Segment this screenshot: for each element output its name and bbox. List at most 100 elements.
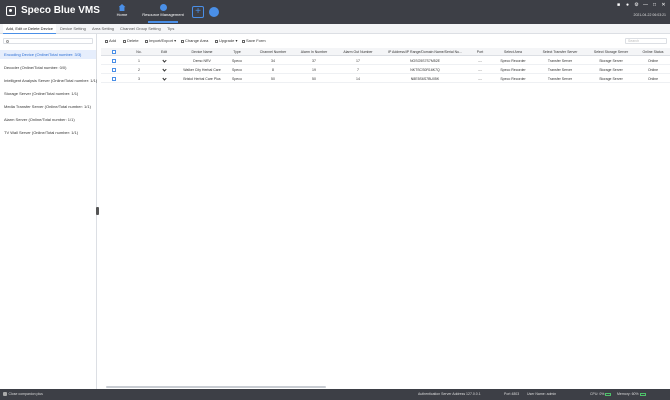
cell-storage-server[interactable]: Storage Server [585,66,637,74]
status-cpu: CPU: 0% [590,389,612,400]
column-header-edit[interactable]: Edit [159,48,169,56]
edit-icon [161,67,167,72]
device-category-panel: Encoding Device (Online/Total number: 3/… [0,34,97,389]
minimize-icon[interactable]: — [643,3,648,8]
edit-icon [161,58,167,63]
globe-icon[interactable] [209,7,219,17]
cell-channel-number: 34 [271,59,275,63]
save-icon [242,39,245,43]
cell-area[interactable]: Speco Recorder [495,66,531,74]
device-search-input[interactable]: Search [625,38,667,44]
cell-channel-number: 50 [271,77,275,81]
cell-alarm-in: 37 [312,59,316,63]
delete-button[interactable]: Delete [123,37,139,45]
cell-no: 1 [138,59,140,63]
import-export-icon [145,39,148,43]
column-header-no[interactable]: No. [133,48,145,56]
cell-transfer-server[interactable]: Transfer Server [535,75,585,83]
status-memory: Memory: 60% [617,389,646,400]
cell-area[interactable]: Speco Recorder [495,57,531,65]
status-auth-server: Authentication Server Address 127.0.0.1 [418,392,481,396]
category-storage-server[interactable]: Storage Server (Online/Total number: 1/1… [0,89,96,98]
cell-alarm-out: 17 [356,59,360,63]
column-header-online-status[interactable]: Online Status [637,48,669,56]
nav-home[interactable]: Home [113,2,131,22]
memory-meter-icon [639,392,646,396]
category-intelligent-analysis-server[interactable]: Intelligent Analysis Server (Online/Tota… [0,76,97,85]
save-form-button[interactable]: Save Form [242,37,266,45]
search-icon [6,39,9,43]
tab-area-setting[interactable]: Area Setting [89,24,117,34]
resource-icon [159,4,167,11]
select-all-checkbox[interactable] [112,50,116,54]
cell-alarm-out: 7 [357,68,359,72]
cell-transfer-server[interactable]: Transfer Server [535,66,585,74]
horizontal-scrollbar[interactable] [106,386,326,388]
maximize-icon[interactable]: □ [652,3,657,8]
tab-tips[interactable]: Tips [164,24,177,34]
table-row[interactable]: 3 Bristol Herbal Care Plus Speco 50 50 1… [101,75,670,83]
top-header: Speco Blue VMS Home Resource Management … [0,0,670,24]
column-header-port[interactable]: Port [473,48,487,56]
column-header-storage-server[interactable]: Select Storage Server [585,48,637,56]
column-header-type[interactable]: Type [229,48,245,56]
user-icon[interactable]: ● [625,3,630,8]
settings-icon[interactable]: ⚙ [634,3,639,8]
toolbar: Add Delete Import/Export ▾ Change Area U… [101,37,670,45]
change-area-button[interactable]: Change Area [181,37,208,45]
companion-icon [3,392,7,396]
cell-area[interactable]: Speco Recorder [495,75,531,83]
column-header-alarm-out[interactable]: Alarm Out Number [335,48,381,56]
column-header-channel-number[interactable]: Channel Number [253,48,293,56]
status-bar: Close companion plus Authentication Serv… [0,389,670,400]
import-export-button[interactable]: Import/Export ▾ [145,37,176,45]
edit-button[interactable] [159,57,169,65]
category-media-transfer-server[interactable]: Media Transfer Server (Online/Total numb… [0,102,96,111]
add-tab-button[interactable]: + [192,6,204,18]
cpu-meter-icon [605,392,612,396]
status-left[interactable]: Close companion plus [3,389,43,400]
cell-transfer-server[interactable]: Transfer Server [535,57,585,65]
add-button[interactable]: Add [105,37,116,45]
cell-storage-server[interactable]: Storage Server [585,75,637,83]
column-header-transfer-server[interactable]: Select Transfer Server [535,48,585,56]
table-row[interactable]: 1 Demo NRV Speco 34 37 17 NOSO5S7S7M52E … [101,57,670,65]
window-controls: ■ ● ⚙ — □ ✕ [616,3,666,8]
category-alarm-server[interactable]: Alarm Server (Online/Total number: 1/1) [0,115,96,124]
cell-online-status: Online [647,59,659,63]
upgrade-button[interactable]: Upgrade ▾ [215,37,237,45]
row-checkbox[interactable] [112,77,116,81]
cell-address: NOSO5S7S7M52E [410,59,440,63]
edit-button[interactable] [159,75,169,83]
lock-icon[interactable]: ■ [616,3,621,8]
row-checkbox[interactable] [112,59,116,63]
close-icon[interactable]: ✕ [661,3,666,8]
edit-icon [161,76,167,81]
edit-button[interactable] [159,66,169,74]
column-header-alarm-in[interactable]: Alarm In Number [293,48,335,56]
panel-splitter-handle[interactable] [96,207,99,215]
cell-port: --- [478,59,482,63]
category-search-input[interactable] [3,38,93,44]
column-header-address[interactable]: IP Address/IP Range/Domain Name/Serial N… [383,48,467,56]
upgrade-icon [215,39,218,43]
row-checkbox[interactable] [112,68,116,72]
category-encoding-device[interactable]: Encoding Device (Online/Total number: 3/… [0,50,96,59]
cell-alarm-out: 14 [356,77,360,81]
status-user: User Name: admin [527,392,557,396]
cell-type: Speco [232,59,242,63]
cell-device-name: Demo NRV [193,59,211,63]
category-tv-wall-server[interactable]: TV Wall Server (Online/Total number: 1/1… [0,128,96,137]
tab-add-edit-delete-device[interactable]: Add, Edit or Delete Device [3,24,56,34]
cell-storage-server[interactable]: Storage Server [585,57,637,65]
table-row[interactable]: 2 Walker City Herbal Care Speco 8 19 7 N… [101,66,670,74]
nav-resource-label: Resource Management [142,12,184,17]
cell-online-status: Online [647,77,659,81]
column-header-device-name[interactable]: Device Name [181,48,223,56]
tab-channel-group-setting[interactable]: Channel Group Setting [117,24,164,34]
tab-device-setting[interactable]: Device Setting [57,24,89,34]
active-nav-indicator [148,21,178,23]
category-decoder[interactable]: Decoder (Online/Total number: 0/0) [0,63,96,72]
nav-resource-management[interactable]: Resource Management [138,2,188,22]
column-header-select-area[interactable]: Select Area [495,48,531,56]
